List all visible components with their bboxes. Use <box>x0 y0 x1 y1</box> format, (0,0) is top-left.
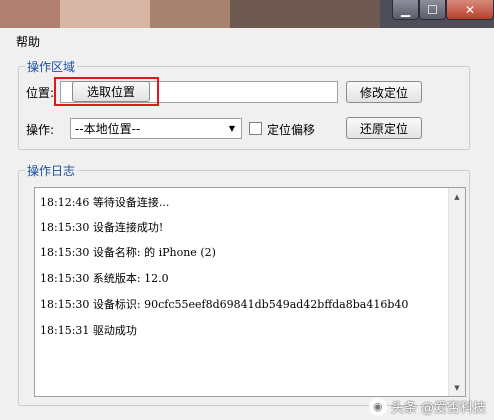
log-title: 操作日志 <box>25 162 78 179</box>
menu-help[interactable]: 帮助 <box>16 33 40 50</box>
log-line: 18:15:30 设备连接成功! <box>40 221 164 234</box>
offset-checkbox[interactable] <box>249 122 262 135</box>
close-button[interactable]: ✕ <box>446 0 494 20</box>
watermark-logo-icon: ◉ <box>368 397 387 416</box>
menu-bar: 帮助 <box>0 28 494 52</box>
watermark-text: 头条 @爱否科技 <box>390 401 486 416</box>
log-line: 18:15:30 系统版本: 12.0 <box>40 272 169 285</box>
restore-location-button[interactable]: 还原定位 <box>346 117 422 139</box>
log-line: 18:15:31 驱动成功 <box>40 324 137 337</box>
offset-checkbox-label: 定位偏移 <box>267 123 316 137</box>
position-label: 位置: <box>26 86 55 100</box>
log-scrollbar[interactable]: ▲ ▼ <box>448 188 465 396</box>
log-line: 18:15:30 设备名称: 的 iPhone (2) <box>40 246 216 259</box>
operation-label: 操作: <box>26 123 55 137</box>
blurred-title <box>0 0 60 28</box>
arrow-up-icon[interactable]: ▲ <box>449 188 465 205</box>
maximize-icon: ☐ <box>427 2 438 17</box>
maximize-button[interactable]: ☐ <box>419 0 446 20</box>
log-line: 18:15:30 设备标识: 90cfc55eef8d69841db549ad4… <box>40 298 409 311</box>
close-icon: ✕ <box>464 2 476 17</box>
minimize-icon: ▁ <box>400 2 411 17</box>
log-box[interactable]: 18:12:46 等待设备连接... 18:15:30 设备连接成功! 18:1… <box>34 187 466 397</box>
operation-select[interactable]: --本地位置-- ▼ <box>70 118 242 139</box>
operation-area-title: 操作区域 <box>25 58 78 75</box>
chevron-down-icon: ▼ <box>228 124 236 133</box>
highlight-box <box>54 77 159 106</box>
watermark: ◉ 头条 @爱否科技 <box>368 397 486 416</box>
operation-select-value: --本地位置-- <box>75 122 141 136</box>
log-line: 18:12:46 等待设备连接... <box>40 196 170 209</box>
modify-location-button[interactable]: 修改定位 <box>346 81 422 103</box>
minimize-button[interactable]: ▁ <box>392 0 419 20</box>
arrow-down-icon[interactable]: ▼ <box>449 379 465 396</box>
